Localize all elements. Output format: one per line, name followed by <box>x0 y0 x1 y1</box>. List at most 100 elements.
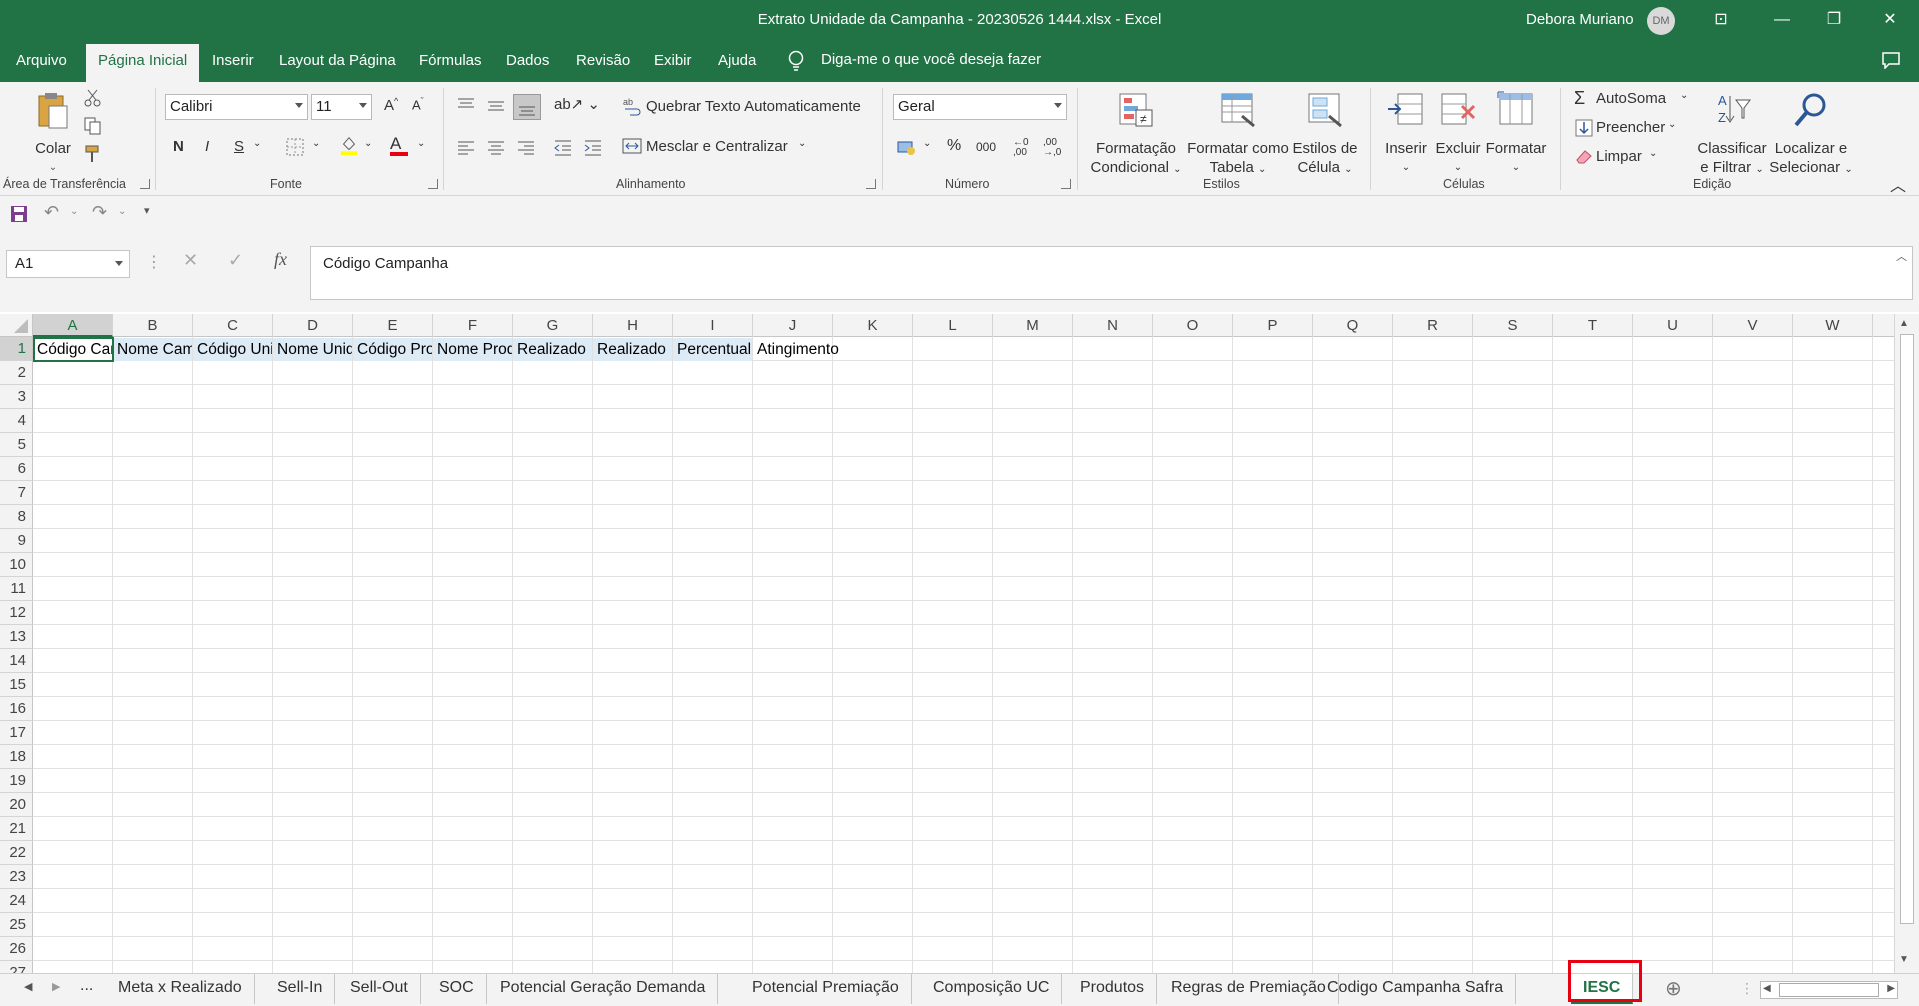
row-header-8[interactable]: 8 <box>0 505 33 529</box>
autosum-button[interactable]: AutoSoma <box>1596 90 1666 107</box>
row-header-17[interactable]: 17 <box>0 721 33 745</box>
column-header-s[interactable]: S <box>1473 314 1553 337</box>
chevron-down-icon[interactable]: ⌄ <box>364 138 372 149</box>
row-header-1[interactable]: 1 <box>0 337 33 361</box>
user-name[interactable]: Debora Muriano <box>1526 11 1634 28</box>
align-bottom-button[interactable] <box>513 94 541 120</box>
sheet-tab-potencial-gera-o-demanda[interactable]: Potencial Geração Demanda <box>488 974 719 1004</box>
thousands-button[interactable]: 000 <box>976 140 996 154</box>
sort-filter-button[interactable]: AZ Classificar e Filtrar ⌄ <box>1692 90 1772 179</box>
row-header-21[interactable]: 21 <box>0 817 33 841</box>
column-header-t[interactable]: T <box>1553 314 1633 337</box>
sheet-tab-potencial-premia-o[interactable]: Potencial Premiação <box>740 974 912 1004</box>
column-header-r[interactable]: R <box>1393 314 1473 337</box>
column-header-b[interactable]: B <box>113 314 193 337</box>
sheet-tab-soc[interactable]: SOC <box>427 974 487 1004</box>
column-header-n[interactable]: N <box>1073 314 1153 337</box>
chevron-down-icon[interactable]: ⌄ <box>253 138 261 149</box>
underline-button[interactable]: S <box>234 138 244 155</box>
cell-e1[interactable]: Código Produto <box>353 338 432 361</box>
eraser-icon[interactable] <box>1574 146 1594 166</box>
number-format-select[interactable]: Geral <box>893 94 1067 120</box>
avatar[interactable]: DM <box>1647 7 1675 35</box>
scroll-up-icon[interactable]: ▲ <box>1899 318 1909 329</box>
name-box[interactable]: A1 <box>6 250 130 278</box>
tab-exibir[interactable]: Exibir <box>654 52 692 69</box>
find-select-button[interactable]: Localizar e Selecionar ⌄ <box>1768 90 1854 179</box>
column-header-v[interactable]: V <box>1713 314 1793 337</box>
chevron-down-icon[interactable]: ⌄ <box>70 206 78 217</box>
select-all-button[interactable] <box>0 314 33 337</box>
cell-g1[interactable]: Realizado <box>513 338 592 361</box>
more-sheets-button[interactable]: ... <box>80 977 93 995</box>
vertical-scrollbar[interactable]: ▲ ▼ <box>1894 314 1919 973</box>
chevron-up-icon[interactable]: ︿ <box>1896 248 1907 264</box>
paste-button[interactable]: Colar ⌄ <box>28 90 78 177</box>
column-header-q[interactable]: Q <box>1313 314 1393 337</box>
chevron-down-icon[interactable] <box>115 261 123 266</box>
row-header-16[interactable]: 16 <box>0 697 33 721</box>
row-header-20[interactable]: 20 <box>0 793 33 817</box>
sheet-tab-sell-in[interactable]: Sell-In <box>265 974 336 1004</box>
row-header-13[interactable]: 13 <box>0 625 33 649</box>
column-header-k[interactable]: K <box>833 314 913 337</box>
merge-center-icon[interactable] <box>622 136 642 156</box>
collapse-ribbon-icon[interactable]: ︿ <box>1890 172 1906 196</box>
sheet-tab-composi-o-uc[interactable]: Composição UC <box>921 974 1063 1004</box>
tell-me-search[interactable]: Diga-me o que você deseja fazer <box>821 51 1041 68</box>
copy-icon[interactable] <box>83 116 103 136</box>
fill-button[interactable]: Preencher <box>1596 119 1665 136</box>
insert-function-icon[interactable]: fx <box>274 249 287 270</box>
tab-formulas[interactable]: Fórmulas <box>419 52 482 69</box>
column-header-l[interactable]: L <box>913 314 993 337</box>
decrease-font-icon[interactable]: Aˇ <box>412 96 424 112</box>
cell-i1[interactable]: Percentual <box>673 338 752 361</box>
align-top-icon[interactable] <box>456 96 476 116</box>
row-header-25[interactable]: 25 <box>0 913 33 937</box>
column-header-f[interactable]: F <box>433 314 513 337</box>
redo-icon[interactable]: ↷ <box>92 202 107 223</box>
number-dialog-launcher[interactable] <box>1061 179 1071 189</box>
insert-cells-button[interactable]: Inserir ⌄ <box>1378 90 1434 177</box>
align-middle-icon[interactable] <box>486 96 506 116</box>
cell-f1[interactable]: Nome Produto <box>433 338 512 361</box>
row-header-19[interactable]: 19 <box>0 769 33 793</box>
row-header-14[interactable]: 14 <box>0 649 33 673</box>
wrap-text-button[interactable]: Quebrar Texto Automaticamente <box>646 98 861 115</box>
column-header-u[interactable]: U <box>1633 314 1713 337</box>
tab-revisao[interactable]: Revisão <box>576 52 630 69</box>
font-name-select[interactable]: Calibri <box>165 94 308 120</box>
cancel-entry-icon[interactable]: ✕ <box>183 250 198 271</box>
chevron-down-icon[interactable]: ⌄ <box>1668 119 1676 130</box>
cut-icon[interactable] <box>83 88 103 108</box>
format-painter-icon[interactable] <box>83 144 103 164</box>
row-header-11[interactable]: 11 <box>0 577 33 601</box>
row-header-10[interactable]: 10 <box>0 553 33 577</box>
horizontal-scrollbar[interactable]: ◀ ▶ <box>1760 981 1898 999</box>
align-center-icon[interactable] <box>486 138 506 158</box>
italic-button[interactable]: I <box>205 138 209 155</box>
close-icon[interactable]: ✕ <box>1876 6 1904 34</box>
prev-sheet-icon[interactable]: ◀ <box>24 980 32 993</box>
scroll-thumb[interactable] <box>1900 334 1914 924</box>
align-left-icon[interactable] <box>456 138 476 158</box>
cell-b1[interactable]: Nome Campanha <box>113 338 192 361</box>
chevron-down-icon[interactable]: ⌄ <box>417 138 425 149</box>
row-header-23[interactable]: 23 <box>0 865 33 889</box>
cell-j1[interactable]: Atingimento <box>753 338 913 361</box>
row-header-9[interactable]: 9 <box>0 529 33 553</box>
clear-button[interactable]: Limpar <box>1596 148 1642 165</box>
tab-dados[interactable]: Dados <box>506 52 549 69</box>
comments-icon[interactable] <box>1881 51 1901 69</box>
row-header-15[interactable]: 15 <box>0 673 33 697</box>
confirm-entry-icon[interactable]: ✓ <box>228 250 243 271</box>
scroll-right-icon[interactable]: ▶ <box>1887 983 1895 994</box>
row-header-7[interactable]: 7 <box>0 481 33 505</box>
row-header-22[interactable]: 22 <box>0 841 33 865</box>
percent-button[interactable]: % <box>947 137 961 155</box>
fill-down-icon[interactable] <box>1574 118 1594 138</box>
row-header-2[interactable]: 2 <box>0 361 33 385</box>
scroll-down-icon[interactable]: ▼ <box>1899 954 1909 965</box>
chevron-down-icon[interactable]: ⌄ <box>798 138 806 149</box>
orientation-icon[interactable]: ab↗ ⌄ <box>554 95 600 113</box>
